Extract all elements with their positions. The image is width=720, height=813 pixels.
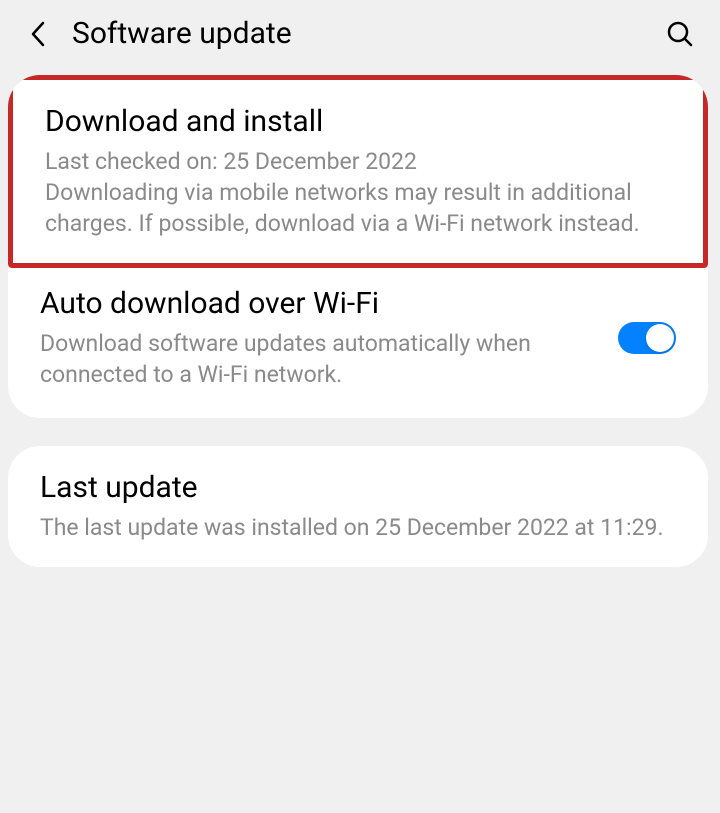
header-bar: Software update <box>0 0 720 67</box>
page-title: Software update <box>72 16 664 51</box>
toggle-knob <box>646 324 674 352</box>
search-icon[interactable] <box>664 18 696 50</box>
auto-download-title: Auto download over Wi-Fi <box>40 286 602 322</box>
download-install-item[interactable]: Download and install Last checked on: 25… <box>8 75 708 268</box>
last-update-item[interactable]: Last update The last update was installe… <box>8 446 708 567</box>
download-install-title: Download and install <box>45 104 671 140</box>
auto-download-subtitle: Download software updates automatically … <box>40 328 602 390</box>
last-update-title: Last update <box>40 470 676 506</box>
back-icon[interactable] <box>24 20 52 48</box>
card-last-update: Last update The last update was installe… <box>8 446 708 567</box>
auto-download-toggle[interactable] <box>618 322 676 354</box>
card-main: Download and install Last checked on: 25… <box>8 75 708 418</box>
download-install-subtitle: Last checked on: 25 December 2022 Downlo… <box>45 146 671 239</box>
auto-download-item[interactable]: Auto download over Wi-Fi Download softwa… <box>8 268 708 418</box>
last-update-subtitle: The last update was installed on 25 Dece… <box>40 512 676 543</box>
